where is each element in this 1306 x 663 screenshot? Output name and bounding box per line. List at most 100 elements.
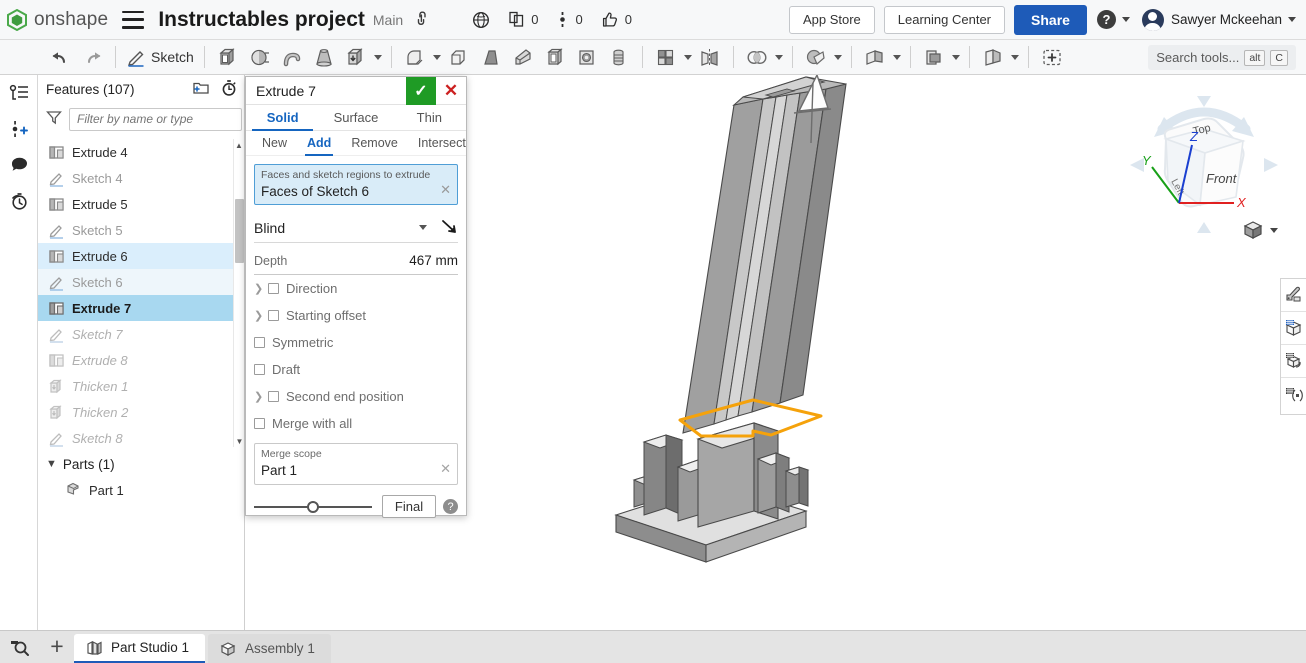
help-icon[interactable]: ? [1096, 10, 1116, 29]
add-custom-feature-icon[interactable] [1039, 42, 1065, 72]
selection-box[interactable]: Faces and sketch regions to extrude Face… [254, 164, 458, 205]
hamburger-icon[interactable] [122, 10, 145, 29]
thicken-icon[interactable] [343, 42, 369, 72]
question-mark-icon[interactable]: ? [443, 499, 458, 514]
tab-thin[interactable]: Thin [393, 105, 466, 130]
draft-checkbox[interactable] [254, 364, 265, 375]
hole-icon[interactable] [574, 42, 600, 72]
chevron-down-icon[interactable] [1010, 54, 1019, 60]
add-tab-button[interactable]: + [40, 630, 74, 663]
view-orientation-button[interactable] [1242, 219, 1278, 241]
display-cube-icon[interactable] [1281, 312, 1306, 345]
feature-list[interactable]: Extrude 4 Sketch 4 Extrude 5 Sketch 5 Ex… [38, 139, 244, 447]
feature-row-sketch-4[interactable]: Sketch 4 [38, 165, 244, 191]
copies-stat[interactable]: 0 [508, 11, 538, 28]
transform-icon[interactable] [803, 42, 829, 72]
extrude-operation-tabs[interactable]: New Add Remove Intersect [246, 131, 466, 156]
comment-icon[interactable] [0, 147, 38, 183]
search-tools-box[interactable]: Search tools... alt C [1148, 45, 1296, 70]
share-button[interactable]: Share [1014, 4, 1087, 35]
thread-icon[interactable] [606, 42, 632, 72]
scroll-up-arrow-icon[interactable]: ▲ [234, 139, 244, 151]
split-icon[interactable] [862, 42, 888, 72]
part-row-part-1[interactable]: Part 1 [38, 477, 244, 503]
clear-x-icon[interactable]: ✕ [440, 461, 451, 477]
scrollbar-thumb[interactable] [235, 199, 244, 263]
end-condition-select[interactable]: Blind [254, 213, 458, 243]
features-filter-input[interactable] [69, 107, 242, 131]
chamfer-icon[interactable] [446, 42, 472, 72]
appearance-icon[interactable] [1281, 279, 1306, 312]
symmetric-checkbox[interactable] [254, 337, 265, 348]
pattern-icon[interactable] [653, 42, 679, 72]
history-icon[interactable] [0, 183, 38, 219]
option-symmetric[interactable]: Symmetric [246, 329, 466, 356]
starting-offset-checkbox[interactable] [268, 310, 279, 321]
tab-part-studio-1[interactable]: Part Studio 1 [74, 634, 206, 663]
derive-icon[interactable] [980, 42, 1006, 72]
feature-row-extrude-6[interactable]: Extrude 6 [38, 243, 244, 269]
depth-value[interactable]: 467 mm [409, 253, 458, 268]
direction-checkbox[interactable] [268, 283, 279, 294]
extrude-type-tabs[interactable]: Solid Surface Thin [246, 105, 466, 131]
view-chevron-down-icon[interactable] [1270, 227, 1278, 233]
tab-add[interactable]: Add [297, 131, 341, 156]
feature-row-extrude-5[interactable]: Extrude 5 [38, 191, 244, 217]
rollback-timer-icon[interactable] [220, 79, 238, 100]
funnel-icon[interactable] [46, 110, 62, 128]
feature-list-icon[interactable] [0, 75, 38, 111]
versions-stat[interactable]: 0 [556, 11, 583, 28]
close-icon[interactable]: ✕ [436, 77, 466, 105]
help-chevron-down-icon[interactable] [1121, 17, 1130, 22]
option-second-end-position[interactable]: ❯ Second end position [246, 383, 466, 410]
chevron-down-icon[interactable]: ▼ [46, 458, 57, 470]
extrude-icon[interactable] [215, 42, 241, 72]
merge-with-all-checkbox[interactable] [254, 418, 265, 429]
fillet-icon[interactable] [402, 42, 428, 72]
revolve-icon[interactable] [247, 42, 273, 72]
feature-row-sketch-6[interactable]: Sketch 6 [38, 269, 244, 295]
tab-remove[interactable]: Remove [341, 131, 408, 156]
loft-icon[interactable] [311, 42, 337, 72]
tab-surface[interactable]: Surface [319, 105, 392, 130]
slider-knob[interactable] [307, 500, 319, 513]
parts-header[interactable]: ▼ Parts (1) [38, 451, 244, 477]
rotate-cube-icon[interactable] [1281, 345, 1306, 378]
feature-row-thicken-1[interactable]: Thicken 1 [38, 373, 244, 399]
flip-direction-icon[interactable] [441, 218, 458, 238]
chevron-down-icon[interactable] [951, 54, 960, 60]
feature-list-scrollbar[interactable]: ▲ ▼ [233, 139, 244, 447]
public-globe-icon[interactable] [472, 11, 490, 29]
mirror-icon[interactable] [697, 42, 723, 72]
chevron-down-icon[interactable] [833, 54, 842, 60]
preview-quality-slider[interactable] [254, 500, 372, 514]
section-cube-icon[interactable] [1281, 378, 1306, 411]
feature-row-extrude-8[interactable]: Extrude 8 [38, 347, 244, 373]
shell-icon[interactable] [542, 42, 568, 72]
tab-intersect[interactable]: Intersect [408, 131, 476, 156]
feature-row-extrude-7[interactable]: Extrude 7 [38, 295, 244, 321]
user-chevron-down-icon[interactable] [1288, 17, 1296, 22]
likes-stat[interactable]: 0 [601, 11, 632, 28]
chevron-right-icon[interactable]: ❯ [254, 309, 268, 322]
feature-row-extrude-4[interactable]: Extrude 4 [38, 139, 244, 165]
checkmark-icon[interactable]: ✓ [406, 76, 436, 105]
option-direction[interactable]: ❯ Direction [246, 275, 466, 302]
chevron-down-icon[interactable] [774, 54, 783, 60]
rib-icon[interactable] [510, 42, 536, 72]
redo-icon[interactable] [79, 42, 105, 72]
tab-solid[interactable]: Solid [246, 105, 319, 131]
onshape-logo[interactable]: onshape [6, 8, 108, 31]
merge-scope-box[interactable]: Merge scope Part 1 ✕ [254, 443, 458, 485]
undo-icon[interactable] [47, 42, 73, 72]
second-end-position-checkbox[interactable] [268, 391, 279, 402]
clear-x-icon[interactable]: ✕ [440, 182, 451, 198]
option-draft[interactable]: Draft [246, 356, 466, 383]
feature-row-sketch-7[interactable]: Sketch 7 [38, 321, 244, 347]
link-icon[interactable] [410, 6, 438, 34]
sketch-button[interactable]: Sketch [126, 42, 194, 72]
chevron-right-icon[interactable]: ❯ [254, 390, 268, 403]
tab-assembly-1[interactable]: Assembly 1 [208, 634, 331, 663]
zoom-search-icon[interactable] [0, 630, 40, 663]
chevron-down-icon[interactable] [373, 54, 382, 60]
